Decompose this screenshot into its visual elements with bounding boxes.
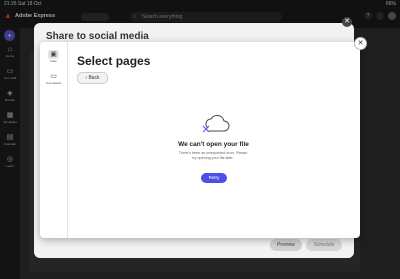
device-icon: ▭ bbox=[50, 73, 57, 80]
preview-button[interactable]: Preview bbox=[270, 239, 302, 251]
side-item-files-label: Files bbox=[50, 59, 57, 63]
schedule-button[interactable]: Schedule bbox=[306, 239, 342, 251]
back-label: Back bbox=[88, 75, 100, 81]
select-pages-modal: ▣ Files ▭ Your device Select pages ‹ Bac… bbox=[40, 37, 367, 238]
error-title: We can't open your file bbox=[178, 141, 249, 148]
back-button[interactable]: ‹ Back bbox=[77, 72, 108, 84]
files-icon: ▣ bbox=[48, 50, 59, 59]
error-message: There's been an unexpected error. Please… bbox=[178, 151, 248, 160]
side-item-files[interactable]: ▣ Files bbox=[42, 50, 65, 68]
chevron-left-icon: ‹ bbox=[85, 75, 88, 81]
retry-button[interactable]: Retry bbox=[201, 173, 227, 183]
side-item-device[interactable]: ▭ Your device bbox=[42, 72, 65, 90]
modal-title: Select pages bbox=[77, 54, 151, 68]
sheet-close-icon[interactable]: ✕ bbox=[342, 17, 352, 27]
sheet-title: Share to social media bbox=[46, 31, 149, 42]
modal-close-icon[interactable]: ✕ bbox=[354, 37, 367, 50]
side-item-device-label: Your device bbox=[45, 81, 62, 85]
source-sidebar: ▣ Files ▭ Your device bbox=[40, 42, 68, 238]
cloud-error-icon bbox=[202, 114, 230, 133]
